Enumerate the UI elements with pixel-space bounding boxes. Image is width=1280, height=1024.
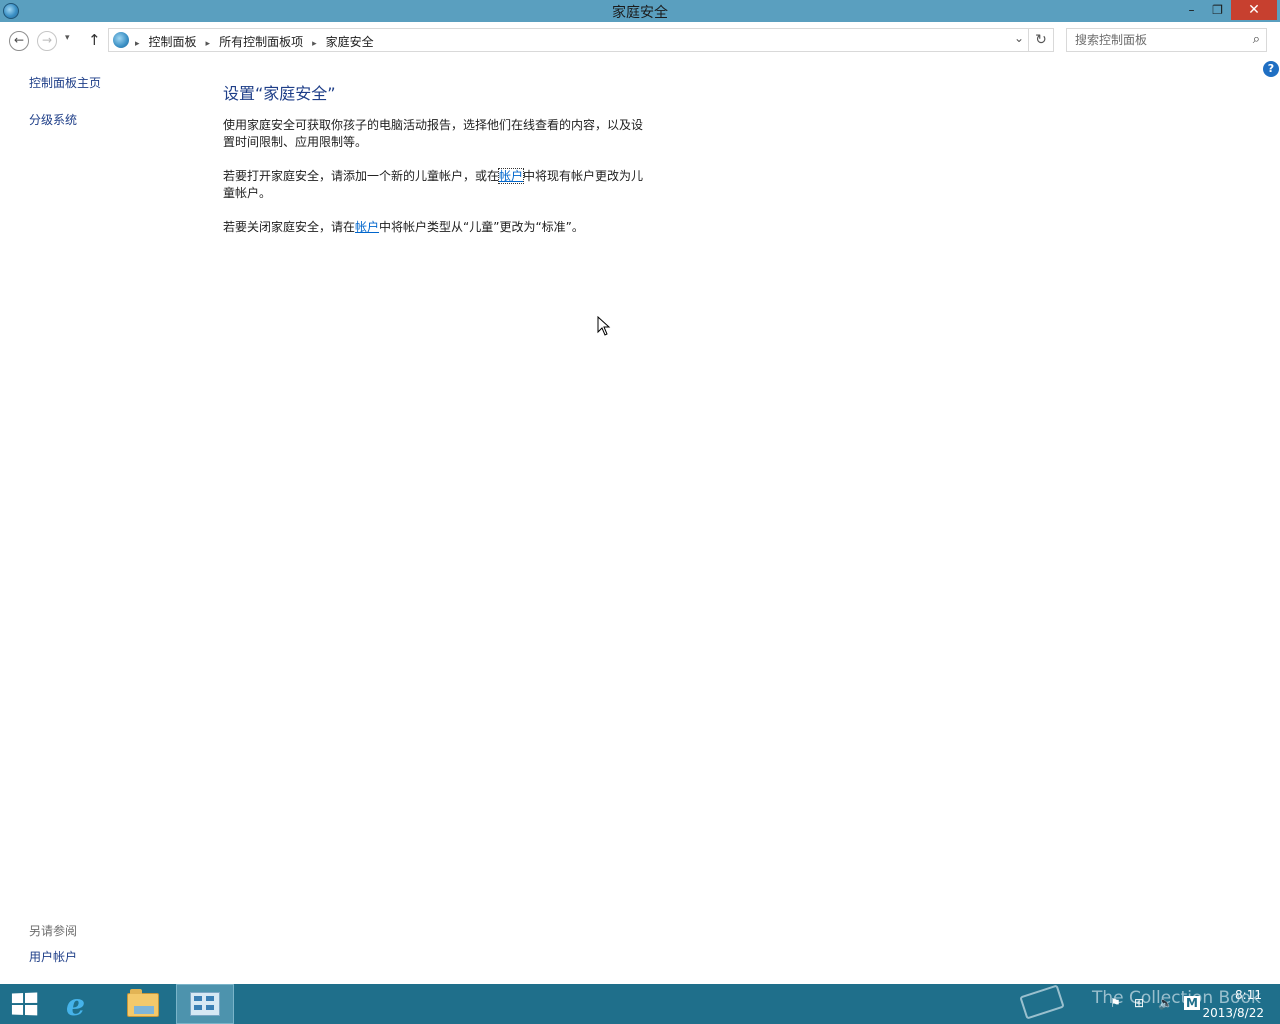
navigation-bar: ← → ▾ ↑ ▸ 控制面板 ▸ 所有控制面板项 ▸ 家庭安全 ⌄ ↻ ⌕ — [0, 26, 1280, 54]
search-input[interactable] — [1075, 30, 1245, 50]
refresh-button[interactable]: ↻ — [1029, 28, 1054, 52]
input-method-icon[interactable]: M — [1184, 996, 1200, 1010]
sidebar-item-rating-systems[interactable]: 分级系统 — [29, 111, 101, 128]
enable-instructions: 若要打开家庭安全，请添加一个新的儿童帐户，或在帐户中将现有帐户更改为儿童帐户。 — [223, 168, 653, 202]
taskbar: e The Collection Book ⚑ ⊞ 🔈 M 8:11 2013/… — [0, 984, 1280, 1024]
disable-text-after: 中将帐户类型从“儿童”更改为“标准”。 — [379, 220, 584, 234]
action-center-flag-icon[interactable]: ⚑ — [1110, 996, 1121, 1010]
help-icon[interactable]: ? — [1263, 61, 1279, 77]
up-button[interactable]: ↑ — [88, 31, 101, 49]
accounts-link[interactable]: 帐户 — [355, 220, 379, 234]
back-button[interactable]: ← — [9, 31, 29, 51]
taskbar-internet-explorer[interactable]: e — [56, 984, 114, 1024]
address-history-dropdown[interactable]: ⌄ — [1014, 31, 1024, 45]
breadcrumb: ▸ 控制面板 ▸ 所有控制面板项 ▸ 家庭安全 — [135, 33, 374, 50]
internet-explorer-icon: e — [66, 988, 86, 1023]
breadcrumb-all-items[interactable]: 所有控制面板项 — [219, 35, 303, 49]
folder-icon — [127, 989, 159, 1017]
user-accounts-link[interactable]: 用户帐户 — [29, 950, 77, 964]
enable-text-before: 若要打开家庭安全，请添加一个新的儿童帐户，或在 — [223, 169, 500, 183]
disable-text-before: 若要关闭家庭安全，请在 — [223, 220, 356, 234]
see-also-title: 另请参阅 — [29, 924, 78, 938]
window-title: 家庭安全 — [612, 5, 668, 21]
breadcrumb-control-panel[interactable]: 控制面板 — [149, 35, 197, 49]
accounts-link[interactable]: 帐户 — [498, 168, 525, 184]
taskbar-file-explorer[interactable] — [116, 984, 174, 1024]
control-panel-icon — [190, 992, 220, 1016]
minimize-button[interactable]: – — [1178, 0, 1205, 20]
book-watermark-icon — [1019, 984, 1065, 1020]
windows-logo-icon — [11, 992, 39, 1017]
network-icon[interactable]: ⊞ — [1134, 996, 1144, 1010]
breadcrumb-separator[interactable]: ▸ — [135, 39, 140, 49]
close-button[interactable]: ✕ — [1231, 0, 1277, 20]
breadcrumb-separator[interactable]: ▸ — [206, 39, 211, 49]
recent-locations-dropdown[interactable]: ▾ — [65, 33, 70, 43]
description-paragraph: 使用家庭安全可获取你孩子的电脑活动报告，选择他们在线查看的内容，以及设置时间限制… — [223, 118, 644, 149]
search-icon[interactable]: ⌕ — [1253, 32, 1260, 47]
clock-time[interactable]: 8:11 — [1235, 988, 1262, 1002]
see-also-section: 另请参阅 用户帐户 — [29, 922, 77, 965]
system-tray: The Collection Book ⚑ ⊞ 🔈 M 8:11 2013/8/… — [1019, 984, 1280, 1024]
title-bar: 家庭安全 – ❐ ✕ — [0, 0, 1280, 22]
forward-button[interactable]: → — [37, 31, 57, 51]
restore-button[interactable]: ❐ — [1204, 0, 1231, 20]
disable-instructions: 若要关闭家庭安全，请在帐户中将帐户类型从“儿童”更改为“标准”。 — [223, 219, 653, 236]
breadcrumb-separator[interactable]: ▸ — [312, 39, 317, 49]
volume-icon[interactable]: 🔈 — [1158, 996, 1173, 1010]
control-panel-icon — [113, 32, 129, 48]
clock-date[interactable]: 2013/8/22 — [1202, 1006, 1264, 1020]
mouse-cursor — [597, 316, 611, 336]
search-box[interactable]: ⌕ — [1066, 28, 1267, 52]
address-bar[interactable]: ▸ 控制面板 ▸ 所有控制面板项 ▸ 家庭安全 ⌄ — [108, 28, 1029, 52]
main-content: 设置“家庭安全” 使用家庭安全可获取你孩子的电脑活动报告，选择他们在线查看的内容… — [223, 80, 653, 253]
breadcrumb-family-safety[interactable]: 家庭安全 — [326, 35, 374, 49]
sidebar-item-control-panel-home[interactable]: 控制面板主页 — [29, 74, 101, 91]
taskbar-control-panel[interactable] — [176, 984, 234, 1024]
start-button[interactable] — [0, 984, 58, 1024]
page-title: 设置“家庭安全” — [223, 84, 336, 103]
sidebar: 控制面板主页 分级系统 — [29, 74, 101, 148]
